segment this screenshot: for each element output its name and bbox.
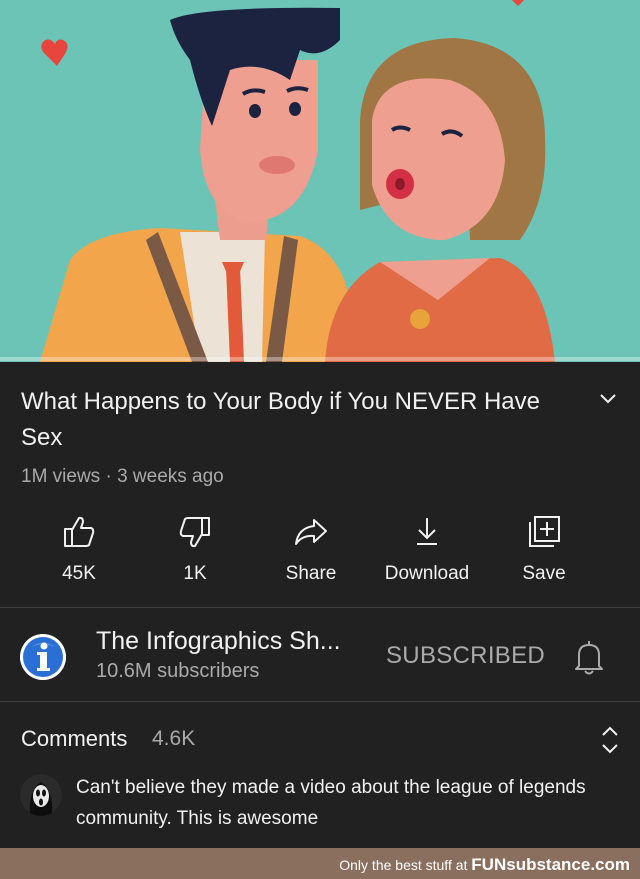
download-icon [417, 518, 437, 545]
comments-title: Comments [21, 726, 128, 751]
channel-avatar[interactable] [20, 634, 66, 680]
save-label: Save [522, 563, 566, 584]
share-button[interactable]: Share [256, 512, 366, 585]
like-count: 45K [62, 563, 96, 584]
video-frame-illustration [40, 0, 555, 362]
dislike-button[interactable]: 1K [140, 512, 250, 585]
save-playlist-icon [529, 516, 560, 547]
bell-icon[interactable] [572, 638, 606, 676]
expand-collapse-icon[interactable] [598, 724, 622, 756]
video-meta: 1M views · 3 weeks ago [21, 466, 224, 487]
comments-count: 4.6K [152, 727, 196, 750]
save-button[interactable]: Save [489, 512, 599, 585]
video-player[interactable] [0, 0, 640, 362]
dislike-label: 1K [183, 563, 207, 584]
thumbs-up-icon [64, 516, 95, 547]
share-label: Share [285, 563, 337, 584]
action-bar: 45K 1K Share Download Save [0, 512, 640, 592]
channel-name[interactable]: The Infographics Sh... [96, 627, 341, 656]
channel-row: The Infographics Sh... 10.6M subscribers… [0, 609, 640, 701]
comments-section[interactable]: Comments 4.6K Can't believe they made a … [0, 702, 640, 848]
video-title[interactable]: What Happens to Your Body if You NEVER H… [21, 384, 561, 456]
commenter-avatar[interactable] [20, 774, 62, 816]
top-comment-text: Can't believe they made a video about th… [76, 777, 586, 829]
chevron-down-icon[interactable] [598, 388, 618, 408]
watermark-bar: Only the best stuff at FUNsubstance.com [0, 848, 640, 879]
subscriber-count: 10.6M subscribers [96, 660, 260, 682]
watermark-tagline: Only the best stuff at [339, 857, 468, 873]
share-icon [295, 519, 327, 545]
watermark-brand: FUNsubstance.com [471, 855, 630, 874]
video-info: What Happens to Your Body if You NEVER H… [0, 362, 640, 608]
divider [0, 607, 640, 608]
video-progress-bar[interactable] [0, 357, 640, 361]
download-button[interactable]: Download [372, 512, 482, 585]
thumbs-down-icon [179, 517, 210, 548]
ghostface-avatar-icon [20, 774, 62, 816]
info-logo-icon [20, 634, 66, 680]
download-label: Download [384, 563, 470, 584]
like-button[interactable]: 45K [24, 512, 134, 585]
watermark-text: Only the best stuff at FUNsubstance.com [339, 855, 630, 875]
subscribed-button[interactable]: SUBSCRIBED [386, 642, 545, 670]
